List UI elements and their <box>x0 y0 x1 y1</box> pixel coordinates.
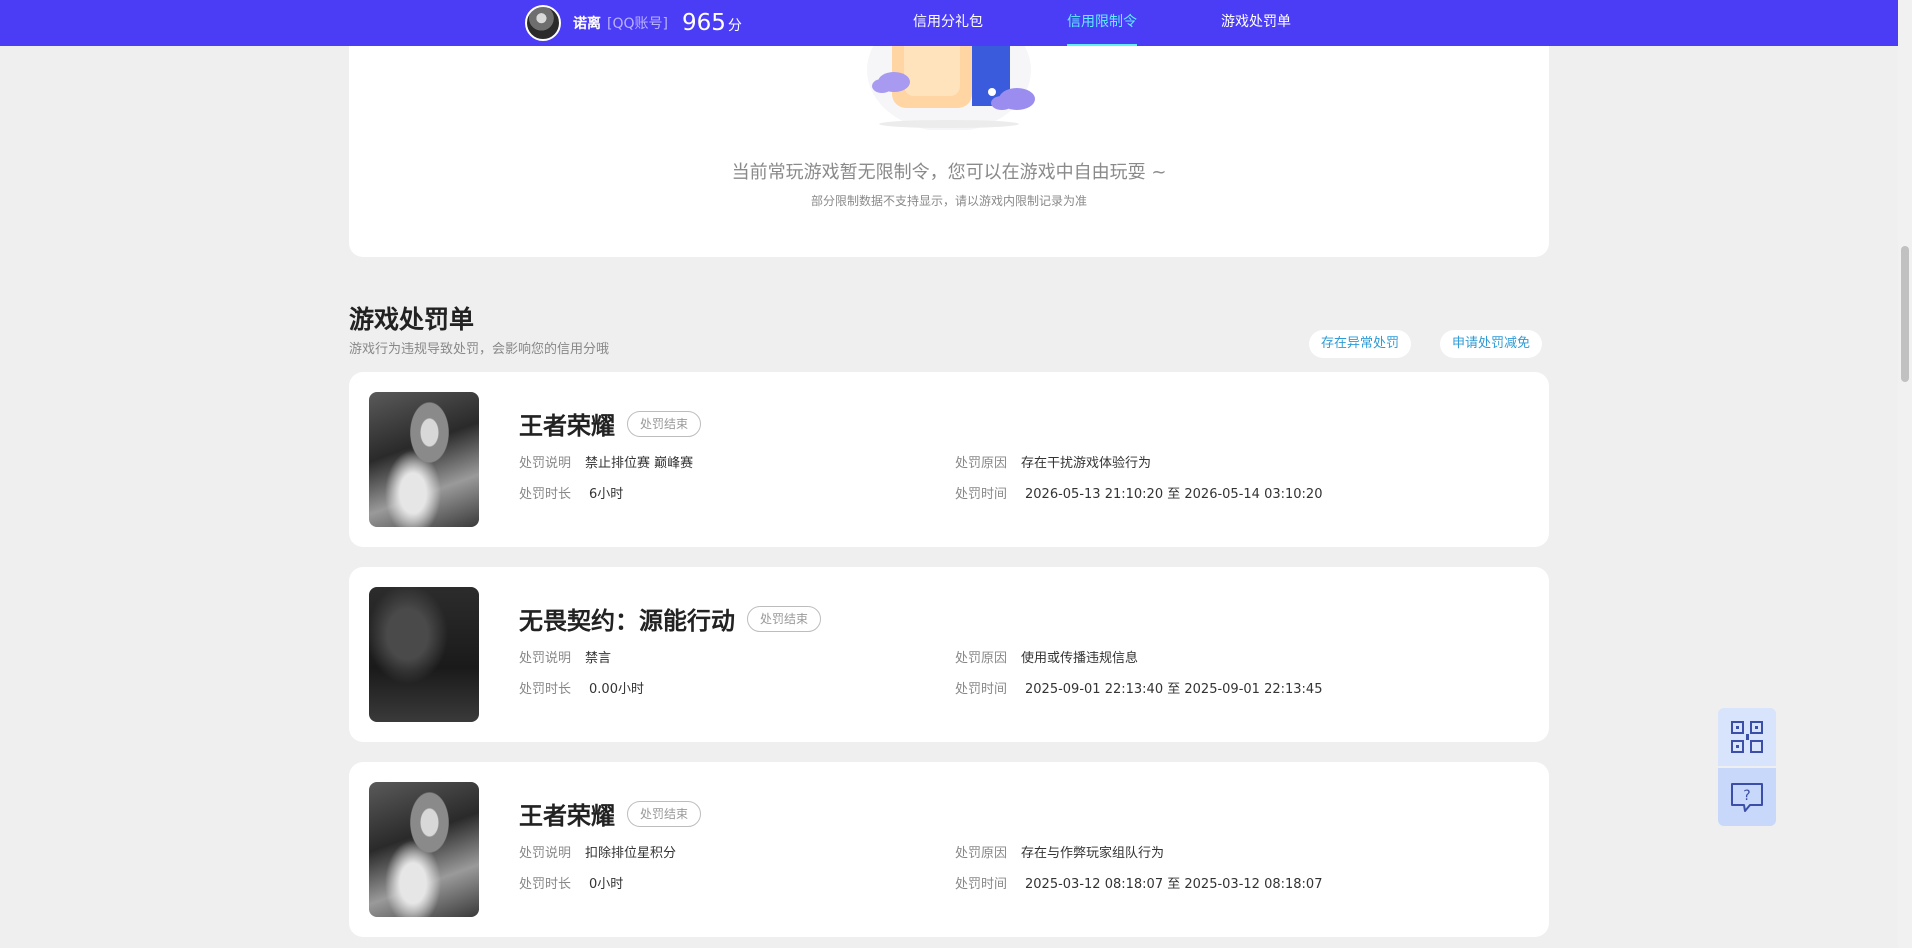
penalty-desc: 处罚说明 禁言 <box>519 651 612 666</box>
valorant-cover-icon <box>369 587 479 722</box>
status-badge: 处罚结束 <box>627 411 702 437</box>
penalty-start: 2026-05-13 21:10:20 <box>1025 487 1164 502</box>
penalty-duration: 处罚时长 6小时 <box>519 487 624 502</box>
penalty-reason: 处罚原因 使用或传播违规信息 <box>955 651 1139 666</box>
credit-score-unit: 分 <box>727 18 742 34</box>
penalty-card: 无畏契约：源能行动 处罚结束 处罚说明 禁言 处罚时长 0.00小时 处罚原因 使用或传… <box>349 567 1549 742</box>
tab-game-penalty[interactable]: 游戏处罚单 <box>1221 0 1291 46</box>
status-badge: 处罚结束 <box>747 606 822 632</box>
penalty-reason-value: 使用或传播违规信息 <box>1021 651 1139 666</box>
section-subtitle: 游戏行为违规导致处罚，会影响您的信用分哦 <box>349 342 610 357</box>
penalty-reason: 处罚原因 存在干扰游戏体验行为 <box>955 456 1152 471</box>
penalty-desc-value: 禁言 <box>585 651 612 666</box>
scrollbar-thumb[interactable] <box>1901 246 1909 382</box>
help-message-icon: ? <box>1731 783 1763 812</box>
penalty-desc: 处罚说明 扣除排位星积分 <box>519 846 677 861</box>
user-info[interactable]: 诺离 [QQ账号] 965 分 <box>525 5 742 41</box>
penalty-card: 王者荣耀 处罚结束 处罚说明 禁止排位赛 巅峰赛 处罚时长 6小时 处罚原因 存在干扰游… <box>349 372 1549 547</box>
penalty-time-to: 至 <box>1167 682 1181 697</box>
tab-credit-restriction[interactable]: 信用限制令 <box>1067 0 1137 46</box>
penalty-start: 2025-09-01 22:13:40 <box>1025 682 1164 697</box>
penalty-time-to: 至 <box>1167 877 1181 892</box>
penalty-desc-value: 扣除排位星积分 <box>585 846 677 861</box>
penalty-end: 2025-09-01 22:13:45 <box>1184 682 1323 697</box>
game-name: 王者荣耀 <box>519 802 615 830</box>
penalty-end: 2026-05-14 03:10:20 <box>1184 487 1323 502</box>
honor-of-kings-cover-icon <box>369 782 479 917</box>
penalty-time: 处罚时间 2026-05-13 21:10:20 至 2026-05-14 03:… <box>955 487 1323 502</box>
penalty-end: 2025-03-12 08:18:07 <box>1184 877 1323 892</box>
penalty-reason: 处罚原因 存在与作弊玩家组队行为 <box>955 846 1165 861</box>
penalty-card: 王者荣耀 处罚结束 处罚说明 扣除排位星积分 处罚时长 0小时 处罚原因 存在与作弊玩家… <box>349 762 1549 937</box>
penalty-time: 处罚时间 2025-03-12 08:18:07 至 2025-03-12 08:… <box>955 877 1323 892</box>
account-type: [QQ账号] <box>607 16 668 32</box>
penalty-reason-value: 存在与作弊玩家组队行为 <box>1021 846 1165 861</box>
penalty-duration-value: 0小时 <box>589 877 624 892</box>
section-title: 游戏处罚单 <box>349 305 475 334</box>
penalty-duration: 处罚时长 0小时 <box>519 877 624 892</box>
page-scrollbar[interactable] <box>1898 0 1912 948</box>
penalty-desc: 处罚说明 禁止排位赛 巅峰赛 <box>519 456 694 471</box>
penalty-start: 2025-03-12 08:18:07 <box>1025 877 1164 892</box>
penalty-duration-value: 6小时 <box>589 487 624 502</box>
qr-code-button[interactable] <box>1718 708 1776 766</box>
user-name: 诺离 <box>573 16 601 32</box>
report-abnormal-button[interactable]: 存在异常处罚 <box>1309 330 1412 358</box>
penalty-duration-value: 0.00小时 <box>589 682 644 697</box>
game-name: 王者荣耀 <box>519 412 615 440</box>
penalty-desc-value: 禁止排位赛 巅峰赛 <box>585 456 694 471</box>
help-button[interactable]: ? <box>1718 768 1776 826</box>
status-badge: 处罚结束 <box>627 801 702 827</box>
tab-credit-gift[interactable]: 信用分礼包 <box>913 0 983 46</box>
empty-state-title: 当前常玩游戏暂无限制令，您可以在游戏中自由玩耍 ~ <box>731 162 1167 183</box>
empty-state-note: 部分限制数据不支持显示，请以游戏内限制记录为准 <box>810 194 1087 208</box>
penalty-duration: 处罚时长 0.00小时 <box>519 682 644 697</box>
penalty-time-to: 至 <box>1167 487 1181 502</box>
penalty-time: 处罚时间 2025-09-01 22:13:40 至 2025-09-01 22:… <box>955 682 1323 697</box>
svg-text:?: ? <box>1743 788 1750 804</box>
penalty-reason-value: 存在干扰游戏体验行为 <box>1021 456 1152 471</box>
qr-code-icon <box>1731 721 1763 753</box>
game-name: 无畏契约：源能行动 <box>519 607 735 635</box>
apply-reduction-button[interactable]: 申请处罚减免 <box>1440 330 1543 358</box>
credit-score: 965 <box>681 10 726 36</box>
avatar[interactable] <box>525 5 561 41</box>
top-nav: 诺离 [QQ账号] 965 分 信用分礼包 信用限制令 游戏处罚单 <box>0 0 1898 46</box>
honor-of-kings-cover-icon <box>369 392 479 527</box>
